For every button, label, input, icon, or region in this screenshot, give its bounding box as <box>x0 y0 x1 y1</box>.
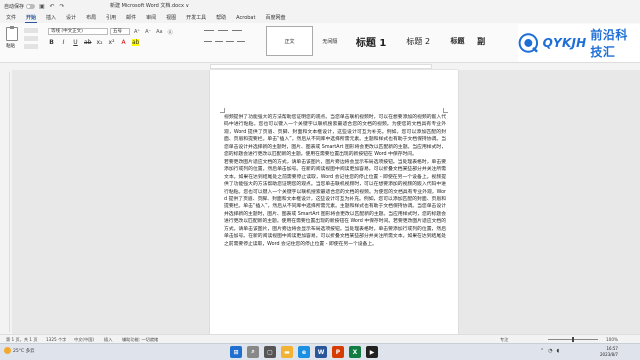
logo-chinese: 前沿科技汇 <box>590 28 628 59</box>
align-center-icon[interactable] <box>215 41 223 42</box>
system-clock[interactable]: 16:57 2023/8/7 <box>600 346 618 358</box>
paragraph-group <box>200 25 260 57</box>
horizontal-ruler <box>0 63 640 70</box>
tab-baidu-netdisk[interactable]: 百度网盘 <box>264 13 286 22</box>
document-body[interactable]: 视频提供了功能强大的方法帮助您证明您的观点。当您单击联机视频时，可以在想要添加的… <box>224 114 446 248</box>
paragraph[interactable]: 若要更改图片适应文档的方式，请单击该图片，图片旁边将会显示布局选项按钮。当处理表… <box>224 159 446 248</box>
style-no-spacing[interactable]: 无间隔 <box>315 26 344 56</box>
tab-review[interactable]: 审阅 <box>145 13 157 22</box>
ribbon-tabs: 文件 开始 插入 设计 布局 引用 邮件 审阅 视图 开发工具 帮助 Acrob… <box>0 12 640 23</box>
title-bar: 自动保存 ▣ ↶ ↷ 新建 Microsoft Word 文档.docx ∨ <box>0 0 640 12</box>
copy-button[interactable] <box>24 36 38 41</box>
file-explorer-icon[interactable]: ▬ <box>281 346 293 358</box>
logo-emblem-icon <box>518 33 539 53</box>
shrink-font-icon[interactable]: A⁻ <box>145 29 151 36</box>
word-app-icon[interactable]: W <box>315 346 327 358</box>
vertical-ruler <box>4 72 10 332</box>
style-heading-1[interactable]: 标题 1 <box>347 26 396 56</box>
bold-button[interactable]: B <box>48 39 55 46</box>
status-bar: 第 1 页，共 1 页 1325 个字 中文(中国) 插入 辅助功能: 一切就绪… <box>0 334 640 343</box>
taskbar: 25°C 多云 ⊞ ⌕ ▢ ▬ e W P X ▶ ⌃ ◔ ◖ 16:57 20… <box>0 343 640 360</box>
tab-references[interactable]: 引用 <box>105 13 117 22</box>
bullets-icon[interactable] <box>204 30 214 31</box>
start-icon[interactable]: ⊞ <box>230 346 242 358</box>
save-icon[interactable]: ▣ <box>39 3 45 10</box>
paste-icon[interactable] <box>6 26 18 41</box>
zoom-thumb[interactable] <box>572 337 574 342</box>
excel-app-icon[interactable]: X <box>349 346 361 358</box>
style-subtitle[interactable]: 副 <box>476 26 486 56</box>
style-title[interactable]: 标题 <box>441 26 474 56</box>
weather-icon <box>4 347 11 354</box>
style-normal[interactable]: 正文 <box>266 26 314 56</box>
network-icon[interactable]: ◔ <box>548 348 552 354</box>
tab-insert[interactable]: 插入 <box>45 13 57 22</box>
tab-acrobat[interactable]: Acrobat <box>235 14 256 22</box>
paste-label: 粘贴 <box>6 44 15 49</box>
autosave-switch[interactable] <box>26 3 36 9</box>
clock-date: 2023/8/7 <box>600 352 618 357</box>
media-app-icon[interactable]: ▶ <box>366 346 378 358</box>
styles-gallery: 正文 无间隔 标题 1 标题 2 标题 副 <box>266 26 486 56</box>
tab-layout[interactable]: 布局 <box>85 13 97 22</box>
weather-text: 多云 <box>25 348 35 354</box>
logo-latin: QYKJH <box>542 36 587 50</box>
tab-developer[interactable]: 开发工具 <box>185 13 207 22</box>
tab-design[interactable]: 设计 <box>65 13 77 22</box>
format-painter-button[interactable] <box>24 44 38 49</box>
numbering-icon[interactable] <box>218 30 228 31</box>
clipboard-group: 粘贴 <box>4 25 42 57</box>
powerpoint-app-icon[interactable]: P <box>332 346 344 358</box>
volume-icon[interactable]: ◖ <box>557 348 560 354</box>
channel-logo: QYKJH 前沿科技汇 <box>518 24 640 62</box>
font-color-button[interactable]: A <box>120 39 127 46</box>
zoom-level[interactable]: 100% <box>606 337 618 342</box>
change-case-icon[interactable]: Aa <box>156 29 162 36</box>
tray-chevron-icon[interactable]: ⌃ <box>540 348 544 354</box>
underline-button[interactable]: U <box>72 39 79 46</box>
multilevel-list-icon[interactable] <box>232 30 242 31</box>
autosave-label: 自动保存 <box>4 3 25 10</box>
align-left-icon[interactable] <box>204 41 212 42</box>
clear-format-icon[interactable]: Ⓐ <box>168 29 173 36</box>
task-view-icon[interactable]: ▢ <box>264 346 276 358</box>
temperature: 25°C <box>13 348 25 354</box>
highlight-button[interactable]: ab <box>132 39 140 46</box>
align-right-icon[interactable] <box>226 41 234 42</box>
paragraph[interactable]: 视频提供了功能强大的方法帮助您证明您的观点。当您单击联机视频时，可以在想要添加的… <box>224 114 446 159</box>
tab-help[interactable]: 帮助 <box>215 13 227 22</box>
weather-widget[interactable]: 25°C 多云 <box>4 347 35 354</box>
document-canvas: 视频提供了功能强大的方法帮助您证明您的观点。当您单击联机视频时，可以在想要添加的… <box>12 70 640 334</box>
cut-button[interactable] <box>24 28 38 33</box>
subscript-button[interactable]: x₂ <box>96 39 103 46</box>
italic-button[interactable]: I <box>60 39 67 46</box>
style-heading-2[interactable]: 标题 2 <box>398 26 439 56</box>
font-size-select[interactable]: 五号 <box>110 28 130 35</box>
edge-icon[interactable]: e <box>298 346 310 358</box>
font-name-select[interactable]: 等线 (中文正文) <box>48 28 108 35</box>
undo-icon[interactable]: ↶ <box>49 3 55 10</box>
margin-corner-mark <box>220 108 225 113</box>
grow-font-icon[interactable]: A⁺ <box>134 29 140 36</box>
superscript-button[interactable]: x² <box>108 39 115 46</box>
document-title[interactable]: 新建 Microsoft Word 文档.docx ∨ <box>110 2 189 9</box>
document-page[interactable]: 视频提供了功能强大的方法帮助您证明您的观点。当您单击联机视频时，可以在想要添加的… <box>210 70 458 334</box>
redo-icon[interactable]: ↷ <box>59 3 65 10</box>
tab-mailings[interactable]: 邮件 <box>125 13 137 22</box>
justify-icon[interactable] <box>237 41 245 42</box>
tab-view[interactable]: 视图 <box>165 13 177 22</box>
search-icon[interactable]: ⌕ <box>247 346 259 358</box>
tab-file[interactable]: 文件 <box>5 13 17 22</box>
tab-home[interactable]: 开始 <box>25 13 38 23</box>
strikethrough-button[interactable]: ab <box>84 39 92 46</box>
font-group: 等线 (中文正文) 五号 A⁺ A⁻ Aa Ⓐ B I U ab x₂ x² A… <box>46 25 196 57</box>
autosave-toggle[interactable]: 自动保存 <box>4 3 36 10</box>
margin-corner-mark <box>443 108 448 113</box>
